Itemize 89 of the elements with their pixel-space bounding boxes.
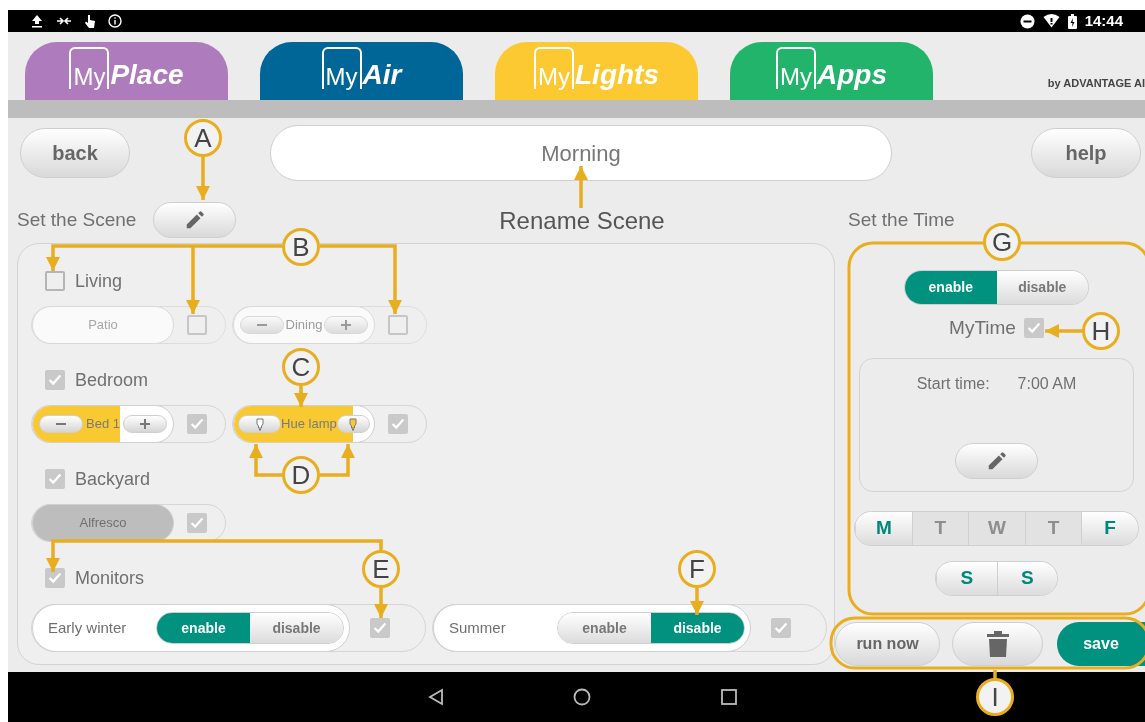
group-label: Bedroom — [75, 368, 149, 392]
mytime-label: MyTime — [949, 315, 1016, 340]
plus-icon — [140, 419, 150, 429]
app-tab[interactable]: My Place — [25, 42, 228, 100]
toggle-option[interactable]: disable — [651, 613, 744, 643]
do-not-disturb-icon — [1019, 13, 1035, 29]
bulb-button[interactable] — [336, 415, 370, 433]
callout-arrow — [690, 588, 704, 615]
callout-arrow — [196, 157, 210, 200]
day-toggle[interactable]: T — [1024, 512, 1082, 545]
day-toggle[interactable]: S — [996, 562, 1057, 595]
scene-label: Early winter — [48, 617, 127, 638]
increase-button[interactable] — [324, 316, 368, 334]
delete-button[interactable] — [952, 622, 1043, 666]
dimmer-slider[interactable]: Hue lamp — [233, 405, 375, 443]
start-time-value: 7:00 AM — [1017, 374, 1077, 394]
scene-label: Summer — [449, 617, 506, 638]
checkbox[interactable] — [45, 568, 65, 588]
minus-icon — [257, 324, 267, 326]
upload-icon — [30, 14, 44, 28]
day-toggle[interactable]: F — [1081, 512, 1138, 545]
group-label: Backyard — [75, 467, 151, 491]
wifi-icon — [1042, 14, 1060, 28]
bulb-icon — [255, 417, 264, 431]
hand-icon — [84, 13, 96, 29]
day-toggle[interactable]: T — [911, 512, 969, 545]
annotation-caption: Rename Scene — [498, 206, 666, 236]
callout-arrow — [574, 166, 588, 208]
decrease-button[interactable] — [240, 316, 284, 334]
minus-icon — [56, 423, 66, 425]
section-title: Set the Scene — [17, 207, 137, 232]
app-tab[interactable]: My Apps — [730, 42, 933, 100]
toggle-option[interactable]: disable — [250, 613, 343, 643]
checkbox[interactable] — [187, 414, 207, 434]
light-switch[interactable]: Patio — [32, 306, 174, 344]
day-toggle[interactable]: M — [855, 512, 912, 545]
dimmer-slider[interactable]: Dining — [233, 306, 375, 344]
edit-button[interactable] — [153, 202, 237, 238]
device-label: Bed 1 — [86, 415, 120, 434]
start-time-label: Start time: — [916, 374, 990, 394]
callout-arrow — [1045, 324, 1082, 338]
day-toggle[interactable]: W — [968, 512, 1025, 545]
plus-icon — [341, 320, 351, 330]
group-label: Living — [75, 269, 123, 293]
group-label: Monitors — [75, 566, 145, 590]
callout-arrow — [294, 386, 308, 407]
toggle-option[interactable]: enable — [905, 271, 997, 304]
toggle-option[interactable]: disable — [996, 271, 1088, 304]
bulb-icon — [349, 417, 358, 431]
checkbox[interactable] — [388, 414, 408, 434]
checkbox[interactable] — [187, 513, 207, 533]
callout-arrow — [249, 444, 282, 477]
checkbox[interactable] — [370, 618, 390, 638]
brand-text: by ADVANTAGE AI — [1047, 75, 1145, 91]
help-button[interactable]: help — [1031, 128, 1141, 178]
trash-icon — [986, 631, 1009, 657]
increase-button[interactable] — [123, 415, 167, 433]
callout-arrow — [320, 444, 355, 477]
checkbox[interactable] — [45, 370, 65, 390]
scene-name-field[interactable]: Morning — [270, 125, 892, 181]
day-toggle[interactable]: S — [936, 562, 997, 595]
bulb-button[interactable] — [238, 415, 282, 433]
info-icon — [108, 14, 122, 28]
decrease-button[interactable] — [39, 415, 83, 433]
checkbox[interactable] — [1023, 318, 1044, 338]
battery-icon — [1067, 13, 1077, 29]
dimmer-slider[interactable]: Bed 1 — [32, 405, 174, 443]
home-icon — [573, 688, 591, 706]
clock-time: 14:44 — [1084, 10, 1123, 31]
checkbox[interactable] — [771, 618, 791, 638]
leader-line — [993, 670, 997, 679]
checkbox[interactable] — [388, 315, 408, 335]
toggle-option[interactable]: enable — [157, 613, 250, 643]
recents-icon — [721, 689, 737, 705]
back-icon — [428, 688, 444, 706]
toggle-option[interactable]: enable — [558, 613, 651, 643]
app-tab[interactable]: My Air — [260, 42, 463, 100]
run-now-button[interactable]: run now — [835, 622, 940, 666]
back-button[interactable]: back — [20, 128, 130, 178]
edit-button[interactable] — [955, 443, 1038, 479]
section-title: Set the Time — [848, 207, 955, 232]
device-label: Dining — [285, 316, 323, 335]
light-switch[interactable]: Alfresco — [32, 504, 174, 542]
save-button[interactable]: save — [1057, 622, 1145, 666]
checkbox[interactable] — [45, 469, 65, 489]
device-label: Hue lamp — [281, 415, 337, 434]
checkbox[interactable] — [187, 315, 207, 335]
callout-arrow — [374, 588, 388, 618]
checkbox[interactable] — [45, 271, 65, 291]
